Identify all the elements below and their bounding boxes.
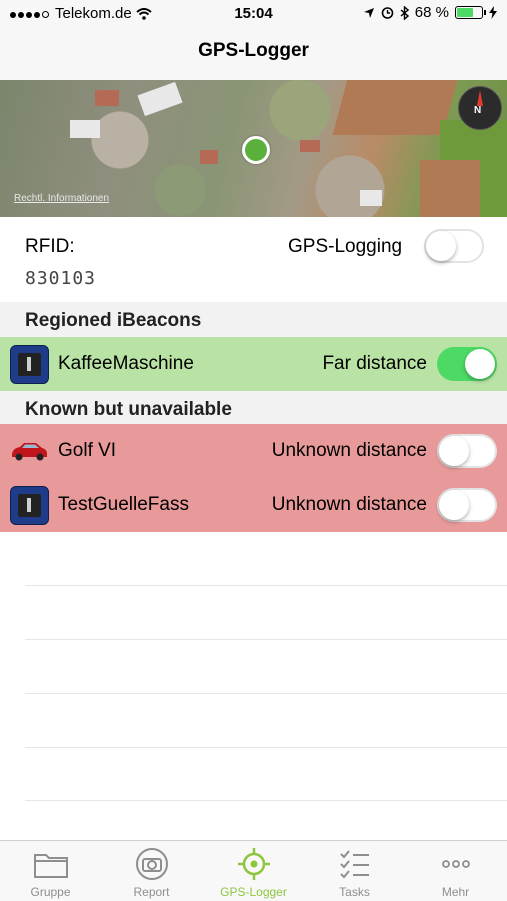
beacon-toggle[interactable] [437, 434, 497, 468]
status-bar: Telekom.de 15:04 68 % [0, 0, 507, 28]
beacon-icon [10, 486, 49, 525]
beacon-toggle[interactable] [437, 347, 497, 381]
battery-fill [457, 8, 473, 17]
beacon-row-testguellefass[interactable]: TestGuelleFass Unknown distance [0, 478, 507, 532]
compass-needle-icon [477, 90, 483, 106]
beacon-name: TestGuelleFass [58, 494, 189, 515]
map-roof [360, 190, 382, 206]
alarm-icon [381, 7, 394, 19]
bluetooth-icon [400, 5, 409, 20]
beacon-distance: Unknown distance [271, 440, 427, 461]
tab-gruppe[interactable]: Gruppe [0, 841, 101, 901]
beacon-icon [10, 345, 49, 384]
beacon-row-kaffeemaschine[interactable]: KaffeeMaschine Far distance [0, 337, 507, 391]
battery-icon [455, 6, 486, 19]
list-separator [25, 693, 507, 694]
rfid-value: 830103 [25, 268, 97, 289]
toggle-knob [439, 490, 469, 520]
beacon-row-golf-vi[interactable]: Golf VI Unknown distance [0, 424, 507, 478]
location-icon [238, 848, 270, 880]
tab-label: GPS-Logger [220, 885, 287, 899]
section-title: Regioned iBeacons [25, 310, 202, 331]
beacon-toggle[interactable] [437, 488, 497, 522]
tab-gps-logger[interactable]: GPS-Logger [203, 841, 304, 901]
toggle-knob [465, 349, 495, 379]
map-roof [200, 150, 218, 164]
map-field [332, 80, 458, 135]
tab-report[interactable]: Report [101, 841, 202, 901]
section-header-regioned: Regioned iBeacons [0, 302, 507, 338]
list-separator [25, 800, 507, 801]
section-header-unavailable: Known but unavailable [0, 391, 507, 427]
tab-label: Gruppe [30, 885, 71, 899]
charging-icon [489, 6, 497, 19]
beacon-distance: Unknown distance [271, 494, 427, 515]
beacon-name: Golf VI [58, 440, 117, 461]
compass-letter: N [474, 105, 482, 116]
rfid-label: RFID: [25, 236, 75, 257]
folder-icon [34, 854, 68, 878]
beacon-distance: Far distance [322, 353, 427, 374]
battery-percent: 68 % [414, 4, 449, 21]
map-field [420, 160, 480, 217]
tab-mehr[interactable]: Mehr [405, 841, 506, 901]
toggle-knob [439, 436, 469, 466]
toggle-knob [426, 231, 456, 261]
map-roof [70, 120, 100, 138]
page-title: GPS-Logger [198, 40, 309, 61]
map-roof [300, 140, 320, 152]
more-icon [442, 860, 470, 868]
beacon-name: KaffeeMaschine [58, 353, 194, 374]
status-right: 68 % [363, 4, 497, 21]
location-arrow-icon [363, 7, 374, 18]
car-icon [12, 443, 47, 461]
tab-label: Report [133, 885, 170, 899]
map-roof [137, 81, 183, 117]
list-separator [25, 585, 507, 586]
legal-info-link[interactable]: Rechtl. Informationen [14, 193, 109, 204]
checklist-icon [340, 850, 369, 879]
gps-logging-label: GPS-Logging [288, 236, 403, 257]
gps-logging-toggle[interactable] [424, 229, 484, 263]
list-separator [25, 639, 507, 640]
map-roof [95, 90, 119, 106]
camera-icon [136, 848, 168, 880]
current-location-pin [242, 136, 270, 164]
tab-bar: Gruppe Report GPS-Logger Tasks Mehr [0, 840, 507, 901]
section-title: Known but unavailable [25, 399, 232, 420]
tab-label: Mehr [441, 885, 470, 899]
tab-tasks[interactable]: Tasks [304, 841, 405, 901]
list-separator [25, 747, 507, 748]
tab-label: Tasks [339, 885, 370, 899]
